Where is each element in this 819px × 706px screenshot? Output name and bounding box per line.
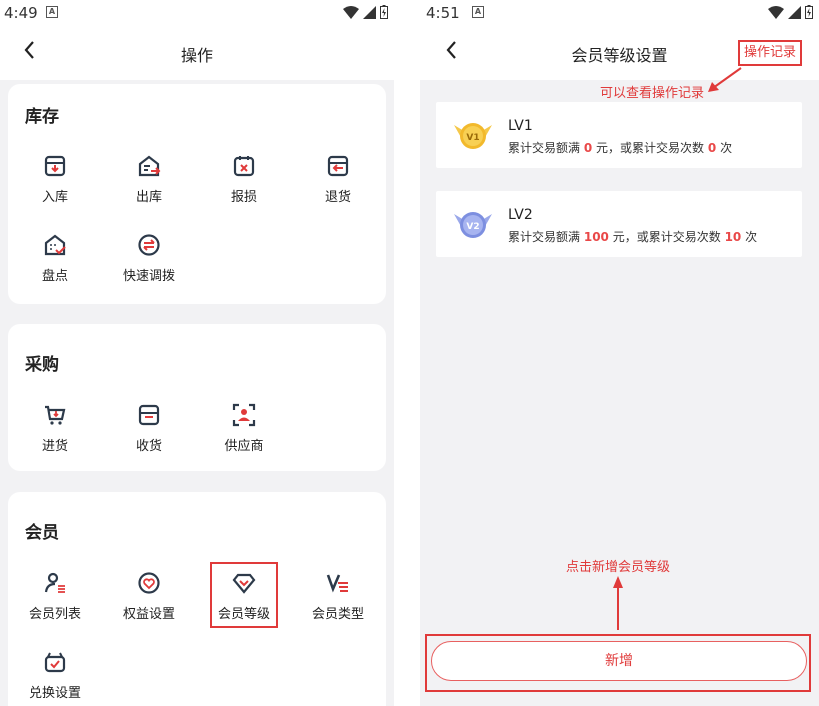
status-bar: 4:51 A (420, 0, 819, 24)
return-goods-icon (327, 155, 349, 177)
level-amount: 100 (583, 230, 609, 244)
purchase-card: 采购 进货 收货 供应商 (8, 324, 386, 471)
section-title-purchase: 采购 (25, 355, 59, 375)
stocktake-icon (44, 234, 66, 256)
op-stock-out[interactable]: 出库 (102, 154, 196, 205)
annotation-add: 点击新增会员等级 (566, 560, 671, 575)
notification-icon: A (46, 6, 58, 18)
op-label: 报损 (230, 190, 257, 205)
status-time: 4:49 (4, 4, 38, 22)
cart-icon (45, 405, 66, 425)
status-icons (768, 5, 813, 19)
member-type-icon (326, 574, 348, 593)
op-label: 权益设置 (122, 607, 175, 622)
nav-bar: 操作 (0, 24, 394, 80)
add-level-button[interactable]: 新增 (431, 641, 807, 681)
op-label: 入库 (41, 190, 68, 205)
op-label: 盘点 (41, 269, 68, 284)
blue-wing-badge-icon: V2 (454, 212, 492, 238)
page-title: 操作 (180, 46, 213, 65)
level-name: LV2 (508, 207, 533, 223)
stock-out-icon (138, 155, 161, 177)
op-label: 出库 (135, 190, 162, 205)
level-amount: 0 (583, 141, 593, 155)
inventory-card: 库存 入库 出库 报损 退货 盘点 快速调拨 (8, 84, 386, 304)
redeem-basket-icon (44, 652, 66, 673)
level-description: 累计交易额满 100 元，或累计交易次数 10 次 (508, 230, 758, 244)
op-purchase[interactable]: 进货 (8, 403, 102, 454)
level-description: 累计交易额满 0 元，或累计交易次数 0 次 (508, 141, 733, 155)
op-member-type[interactable]: 会员类型 (291, 571, 385, 622)
benefits-heart-icon (138, 572, 160, 594)
op-member-list[interactable]: 会员列表 (8, 571, 102, 622)
level-name: LV1 (508, 118, 533, 134)
annotation-record: 可以查看操作记录 (600, 86, 705, 101)
status-icons (343, 5, 388, 19)
op-damage[interactable]: 报损 (197, 154, 291, 205)
level-count: 10 (724, 230, 742, 244)
receive-icon (138, 404, 160, 426)
wifi-icon (768, 5, 784, 19)
op-label: 会员类型 (311, 607, 364, 622)
signal-icon (788, 5, 801, 19)
supplier-scan-icon (232, 403, 256, 427)
member-card: 会员 会员列表 权益设置 会员等级 会员类型 兑换设置 (8, 492, 386, 706)
op-benefits[interactable]: 权益设置 (102, 571, 196, 622)
level-count: 0 (707, 141, 717, 155)
op-label: 快速调拨 (122, 269, 175, 284)
op-quick-transfer[interactable]: 快速调拨 (102, 233, 196, 284)
op-label: 收货 (135, 439, 162, 454)
op-stocktake[interactable]: 盘点 (8, 233, 102, 284)
gold-wing-badge-icon: V1 (454, 123, 492, 149)
operations-screen: 4:49 A 操作 库存 入库 出库 报损 退货 盘点 快速调拨 采购 进货 收… (0, 0, 394, 706)
badge-label: V1 (466, 133, 479, 143)
highlight-member-level (210, 562, 278, 628)
battery-icon (805, 5, 813, 19)
status-bar: 4:49 A (0, 0, 394, 24)
section-title-inventory: 库存 (25, 107, 59, 127)
damage-calendar-icon (233, 156, 255, 177)
op-supplier[interactable]: 供应商 (197, 403, 291, 454)
member-level-settings-screen: 4:51 A 会员等级设置 操作记录 可以查看操作记录 V1 LV1 累计交易额… (420, 0, 819, 706)
op-label: 会员列表 (28, 607, 81, 622)
section-title-member: 会员 (25, 523, 59, 543)
member-list-icon (44, 572, 65, 593)
wifi-icon (343, 5, 359, 19)
stock-in-icon (44, 155, 66, 177)
op-redeem-settings[interactable]: 兑换设置 (8, 650, 102, 701)
op-label: 退货 (324, 190, 351, 205)
signal-icon (363, 5, 376, 19)
op-stock-in[interactable]: 入库 (8, 154, 102, 205)
op-return[interactable]: 退货 (291, 154, 385, 205)
op-label: 进货 (41, 439, 68, 454)
annotation-arrow-icon (708, 67, 742, 92)
transfer-icon (138, 234, 160, 256)
notification-icon: A (472, 6, 484, 18)
level-item[interactable]: V2 LV2 累计交易额满 100 元，或累计交易次数 10 次 (436, 191, 802, 257)
level-item[interactable]: V1 LV1 累计交易额满 0 元，或累计交易次数 0 次 (436, 102, 802, 168)
badge-label: V2 (466, 222, 479, 232)
operation-record-button[interactable]: 操作记录 (738, 40, 802, 66)
status-time: 4:51 (426, 4, 460, 22)
op-label: 供应商 (224, 439, 264, 454)
op-receive[interactable]: 收货 (102, 403, 196, 454)
annotation-arrow-icon (613, 576, 623, 630)
battery-icon (380, 5, 388, 19)
op-label: 兑换设置 (28, 686, 81, 701)
